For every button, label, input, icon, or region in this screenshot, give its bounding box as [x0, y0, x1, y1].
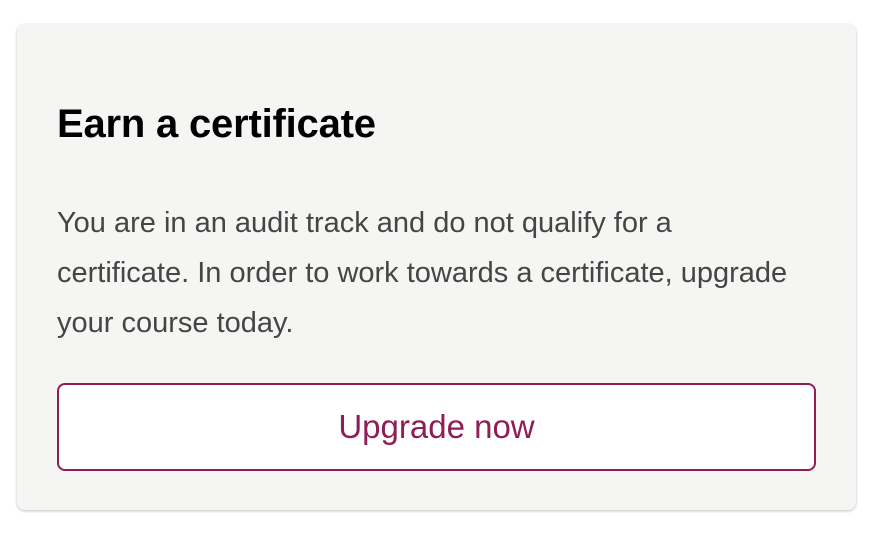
- card-title: Earn a certificate: [57, 102, 376, 146]
- certificate-card: Earn a certificate You are in an audit t…: [17, 24, 856, 510]
- upgrade-now-button[interactable]: Upgrade now: [57, 383, 816, 471]
- card-description: You are in an audit track and do not qua…: [57, 207, 788, 339]
